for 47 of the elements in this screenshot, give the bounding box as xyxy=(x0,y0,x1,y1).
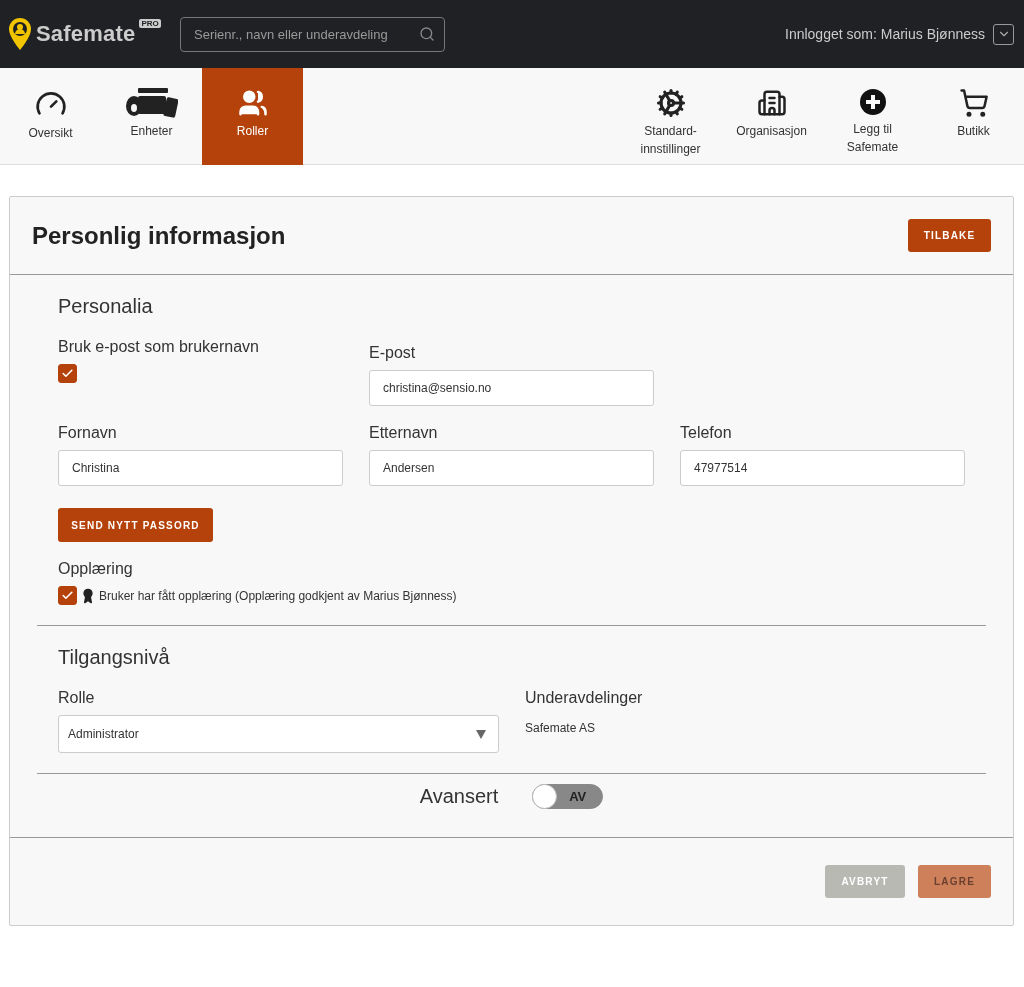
section-heading: Tilgangsnivå xyxy=(58,646,171,669)
nav-tab[interactable]: Standard-innstillinger xyxy=(620,68,721,165)
field-label: Underavdelinger xyxy=(525,689,643,707)
plus-icon xyxy=(858,88,887,116)
users-icon xyxy=(237,88,268,118)
search-icon xyxy=(419,25,435,42)
pro-badge: PRO xyxy=(139,19,161,28)
checkbox[interactable] xyxy=(58,364,77,383)
field-label: Telefon xyxy=(680,424,733,442)
input-field[interactable]: 47977514 xyxy=(680,450,965,486)
role-select[interactable]: Administrator xyxy=(58,715,499,753)
section-heading: Personalia xyxy=(58,295,154,318)
nav-tab[interactable]: Butikk xyxy=(923,68,1024,165)
nav-tab[interactable]: Oversikt xyxy=(0,68,101,165)
field-label: Bruk e-post som brukernavn xyxy=(58,338,260,356)
award-icon xyxy=(80,587,96,604)
nav-tab[interactable]: Enheter xyxy=(101,68,202,165)
field-label: Rolle xyxy=(58,689,96,707)
input-field[interactable]: Christina xyxy=(58,450,343,486)
advanced-label: Avansert xyxy=(419,785,499,808)
cart-icon xyxy=(958,88,989,118)
search-field[interactable]: Serienr., navn eller underavdeling xyxy=(180,16,445,52)
settings-icon xyxy=(655,88,686,118)
nav-tab[interactable]: Roller xyxy=(202,68,303,165)
page-title: Personlig informasjon xyxy=(32,221,286,250)
location-pin-icon xyxy=(8,17,32,51)
input-field[interactable]: christina@sensio.no xyxy=(369,370,654,406)
advanced-toggle[interactable]: AV xyxy=(532,784,604,809)
nav-tab[interactable]: Legg til Safemate xyxy=(822,68,923,165)
training-text: Bruker har fått opplæring (Opplæring godkjent av Marius Bjønness) xyxy=(99,588,457,603)
field-label: Etternavn xyxy=(369,424,439,442)
field-label: Fornavn xyxy=(58,424,118,442)
caret-icon xyxy=(476,729,486,739)
logo-text: Safemate xyxy=(36,21,136,47)
field-label: Opplæring xyxy=(58,560,134,578)
nav-tab[interactable]: Organisasjon xyxy=(721,68,822,165)
building-icon xyxy=(756,88,787,118)
subdivision-text: Safemate AS xyxy=(525,720,597,735)
logged-in-user: Innlogget som: Marius Bjønness xyxy=(785,26,985,42)
checkbox[interactable] xyxy=(58,586,77,605)
send-password-button[interactable]: SEND NYTT PASSORD xyxy=(58,508,213,542)
field-label: E-post xyxy=(369,344,417,362)
check-icon xyxy=(61,367,74,380)
user-menu-button[interactable] xyxy=(993,23,1014,45)
check-icon xyxy=(61,589,74,602)
input-field[interactable]: Andersen xyxy=(369,450,654,486)
back-button[interactable]: TILBAKE xyxy=(908,219,991,252)
